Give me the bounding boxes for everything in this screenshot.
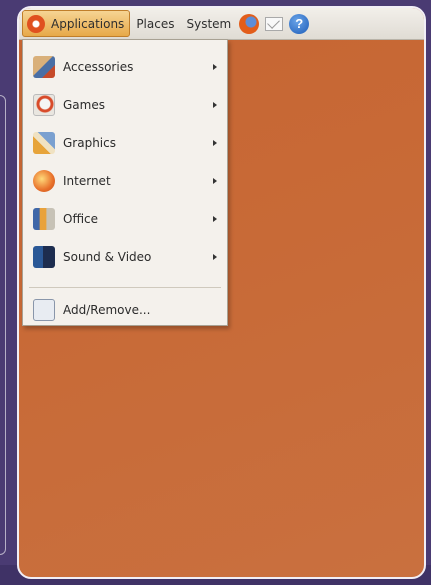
background-window-edge <box>0 95 6 555</box>
menu-item-accessories[interactable]: Accessories <box>23 48 227 86</box>
firefox-icon[interactable] <box>239 13 260 34</box>
submenu-arrow-icon <box>213 102 217 108</box>
menu-item-games[interactable]: Games <box>23 86 227 124</box>
applications-menu-button[interactable]: Applications <box>22 10 131 37</box>
submenu-arrow-icon <box>213 216 217 222</box>
internet-icon <box>33 170 55 192</box>
top-panel: Applications Places System ? <box>19 8 424 40</box>
applications-label: Applications <box>51 16 125 31</box>
menu-item-office[interactable]: Office <box>23 200 227 238</box>
system-menu-button[interactable]: System <box>180 10 237 37</box>
menu-item-label: Graphics <box>63 136 116 150</box>
mail-icon[interactable] <box>265 16 284 31</box>
menu-separator <box>29 287 221 288</box>
submenu-arrow-icon <box>213 254 217 260</box>
applications-dropdown-menu: Accessories Games Graphics Internet Offi… <box>22 39 228 326</box>
system-label: System <box>186 16 232 31</box>
places-label: Places <box>136 16 175 31</box>
submenu-arrow-icon <box>213 64 217 70</box>
menu-item-label: Internet <box>63 174 111 188</box>
desktop-screen: Applications Places System ? Accessories… <box>17 6 426 579</box>
menu-item-label: Games <box>63 98 105 112</box>
submenu-arrow-icon <box>213 140 217 146</box>
menu-item-label: Sound & Video <box>63 250 152 264</box>
menu-item-label: Office <box>63 212 99 226</box>
submenu-arrow-icon <box>213 178 217 184</box>
menu-item-sound-video[interactable]: Sound & Video <box>23 238 227 276</box>
sound-video-icon <box>33 246 55 268</box>
ubuntu-logo-icon <box>27 14 45 33</box>
menu-item-label: Accessories <box>63 60 134 74</box>
help-icon[interactable]: ? <box>289 13 310 34</box>
places-menu-button[interactable]: Places <box>130 10 180 37</box>
menu-item-graphics[interactable]: Graphics <box>23 124 227 162</box>
games-icon <box>33 94 55 116</box>
menu-item-add-remove[interactable]: Add/Remove... <box>23 291 227 329</box>
accessories-icon <box>33 56 55 78</box>
office-icon <box>33 208 55 230</box>
add-remove-icon <box>33 299 55 321</box>
graphics-icon <box>33 132 55 154</box>
menu-item-label: Add/Remove... <box>63 303 151 317</box>
menu-item-internet[interactable]: Internet <box>23 162 227 200</box>
